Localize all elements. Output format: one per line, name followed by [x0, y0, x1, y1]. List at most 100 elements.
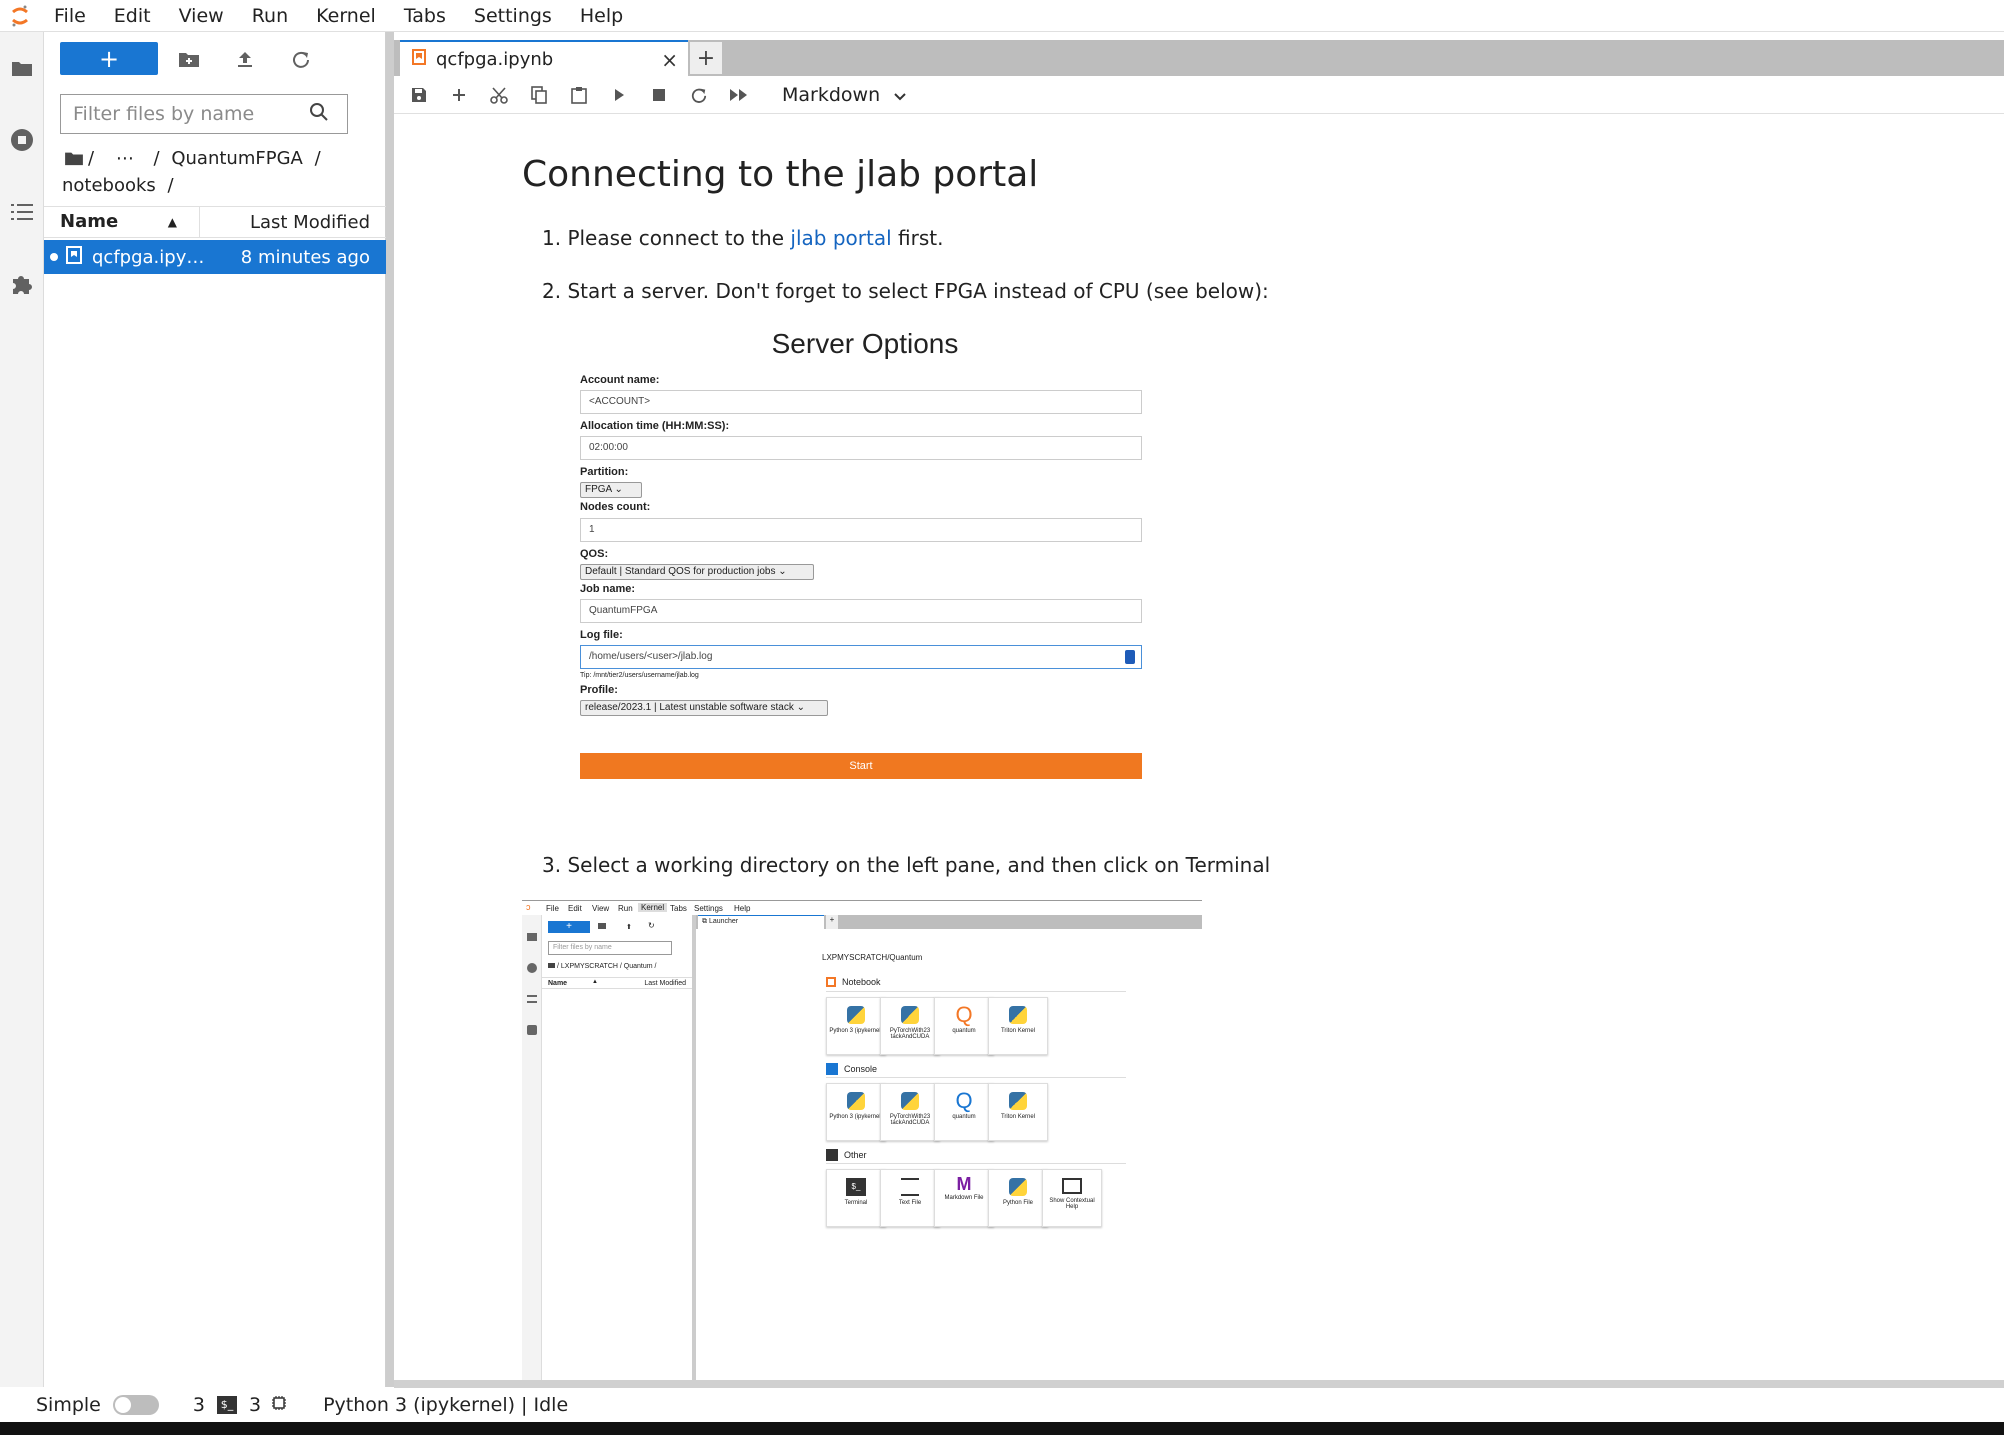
step-1-text: 1. Please connect to the — [542, 226, 791, 250]
status-bar: Simple 3 $_ 3 Python 3 (ipykernel) | Idl… — [0, 1388, 2004, 1422]
mini-tile-triton: Triton Kernel — [988, 997, 1048, 1055]
log-file-field: /home/users/<user>/jlab.log — [580, 645, 1142, 669]
sidebar-splitter[interactable] — [386, 32, 394, 1387]
mini-tile-textfile: Text File — [880, 1169, 940, 1227]
kernel-count[interactable]: 3 — [249, 1394, 261, 1416]
mini-other-section: Other — [826, 1149, 867, 1161]
mini-console-pytorch: PyTorchWith23 tackAndCUDA — [880, 1083, 940, 1141]
folder-icon[interactable] — [6, 52, 38, 84]
mini-tile-label: Python 3 (ipykernel) — [829, 1114, 883, 1120]
paste-icon[interactable] — [564, 80, 594, 110]
kernel-status[interactable]: Python 3 (ipykernel) | Idle — [323, 1394, 568, 1416]
mini-file-browser: + ⬆ ↻ Filter files by name / LXPMYSCRATC… — [542, 915, 692, 1380]
profile-select: release/2023.1 | Latest unstable softwar… — [580, 700, 828, 716]
password-manager-icon — [1125, 650, 1135, 664]
search-icon[interactable] — [309, 102, 329, 126]
new-button-label: + — [98, 44, 120, 73]
mini-path: LXPMYSCRATCH/Quantum — [822, 953, 922, 962]
mini-console-icon — [826, 1063, 838, 1075]
qos-select: Default | Standard QOS for production jo… — [580, 564, 814, 580]
run-icon[interactable] — [604, 80, 634, 110]
home-folder-icon[interactable] — [64, 148, 84, 173]
mini-notebook-icon — [826, 977, 836, 987]
menu-tabs[interactable]: Tabs — [390, 0, 460, 32]
menu-file[interactable]: File — [40, 0, 100, 32]
jlab-portal-link[interactable]: jlab portal — [790, 226, 891, 250]
mini-launcher-panel: ⧉ Launcher + LXPMYSCRATCH/Quantum Notebo… — [696, 915, 1202, 1380]
menu-view[interactable]: View — [165, 0, 238, 32]
menu-settings[interactable]: Settings — [460, 0, 566, 32]
extensions-puzzle-icon[interactable] — [6, 268, 38, 300]
mini-jupyter-logo-icon: ↄ — [526, 902, 531, 912]
screen-bottom-edge — [0, 1422, 2004, 1435]
file-row[interactable]: qcfpga.ipy… 8 minutes ago — [44, 240, 386, 274]
fast-forward-icon[interactable] — [724, 80, 754, 110]
running-sessions-icon[interactable] — [6, 124, 38, 156]
filter-box — [60, 94, 348, 134]
cell-type-dropdown[interactable]: Markdown — [782, 84, 906, 106]
markdown-icon: M — [956, 1174, 972, 1194]
mini-breadcrumb-folder-icon — [548, 963, 555, 968]
upload-icon[interactable] — [228, 42, 261, 75]
mini-tile-label: Python File — [1002, 1200, 1033, 1206]
python-logo-icon — [847, 1006, 865, 1024]
menu-edit[interactable]: Edit — [100, 0, 165, 32]
mini-new-folder-icon — [598, 923, 606, 929]
filter-files-input[interactable] — [61, 103, 301, 125]
name-header-label: Name — [60, 211, 119, 232]
breadcrumb-notebooks[interactable]: notebooks — [62, 175, 156, 196]
python-logo-icon — [847, 1092, 865, 1110]
save-icon[interactable] — [404, 80, 434, 110]
breadcrumb: / ⋯ / QuantumFPGA / notebooks / — [62, 146, 364, 198]
last-modified-column-header[interactable]: Last Modified — [200, 212, 386, 233]
simple-mode-toggle[interactable] — [112, 1395, 159, 1415]
add-tab-button[interactable]: + — [690, 42, 722, 74]
terminal-count[interactable]: 3 — [193, 1394, 205, 1416]
kernel-chip-icon[interactable] — [271, 1394, 287, 1416]
mini-console-python3: Python 3 (ipykernel) — [826, 1083, 886, 1141]
stop-icon[interactable] — [644, 80, 674, 110]
simple-mode-label: Simple — [36, 1394, 101, 1416]
table-of-contents-icon[interactable] — [6, 196, 38, 228]
restart-icon[interactable] — [684, 80, 714, 110]
log-file-label: Log file: — [580, 629, 623, 641]
tab-qcfpga[interactable]: qcfpga.ipynb × — [400, 40, 688, 76]
terminal-icon[interactable]: $_ — [216, 1396, 237, 1414]
menu-run[interactable]: Run — [238, 0, 302, 32]
log-file-value: /home/users/<user>/jlab.log — [589, 651, 713, 662]
left-sidebar — [0, 32, 44, 1387]
mini-tile-label: Markdown File — [944, 1195, 984, 1201]
menu-kernel[interactable]: Kernel — [302, 0, 390, 32]
launcher-screenshot-image: ↄ File Edit View Run Kernel Tabs Setting… — [522, 900, 1202, 1380]
menu-help[interactable]: Help — [566, 0, 637, 32]
qos-value: Default | Standard QOS for production jo… — [585, 566, 776, 577]
mini-filter-box: Filter files by name — [548, 941, 672, 955]
insert-cell-icon[interactable] — [444, 80, 474, 110]
notebook-bottom-border — [394, 1380, 2004, 1388]
running-indicator — [50, 253, 58, 261]
name-column-header[interactable]: Name ▲ — [44, 206, 200, 238]
copy-icon[interactable] — [524, 80, 554, 110]
mini-console-section: Console — [826, 1063, 877, 1075]
close-icon[interactable]: × — [661, 48, 678, 72]
mini-tile-label: Triton Kernel — [1000, 1028, 1036, 1034]
breadcrumb-ellipsis[interactable]: ⋯ — [116, 148, 134, 169]
new-folder-icon[interactable] — [172, 42, 205, 75]
mini-divider — [826, 1163, 1126, 1164]
mini-folder-icon — [527, 933, 537, 941]
notebook-panel: Connecting to the jlab portal 1. Please … — [394, 114, 2004, 1380]
mini-tile-label: PyTorchWith23 tackAndCUDA — [889, 1114, 931, 1126]
account-name-label: Account name: — [580, 374, 660, 386]
refresh-icon[interactable] — [284, 42, 317, 75]
sort-ascending-icon: ▲ — [167, 215, 177, 229]
new-launcher-button[interactable]: + — [60, 42, 158, 75]
mini-menu-kernel: Kernel — [638, 903, 668, 912]
mini-modified-header: Last Modified — [644, 980, 686, 987]
mini-menu-view: View — [592, 904, 610, 913]
step-3: 3. Select a working directory on the lef… — [542, 853, 1271, 877]
breadcrumb-quantumfpga[interactable]: QuantumFPGA — [171, 148, 302, 169]
cut-icon[interactable] — [484, 80, 514, 110]
notebook-file-icon — [66, 245, 82, 269]
mini-divider — [826, 1077, 1126, 1078]
mini-breadcrumb: / LXPMYSCRATCH / Quantum / — [548, 963, 656, 970]
